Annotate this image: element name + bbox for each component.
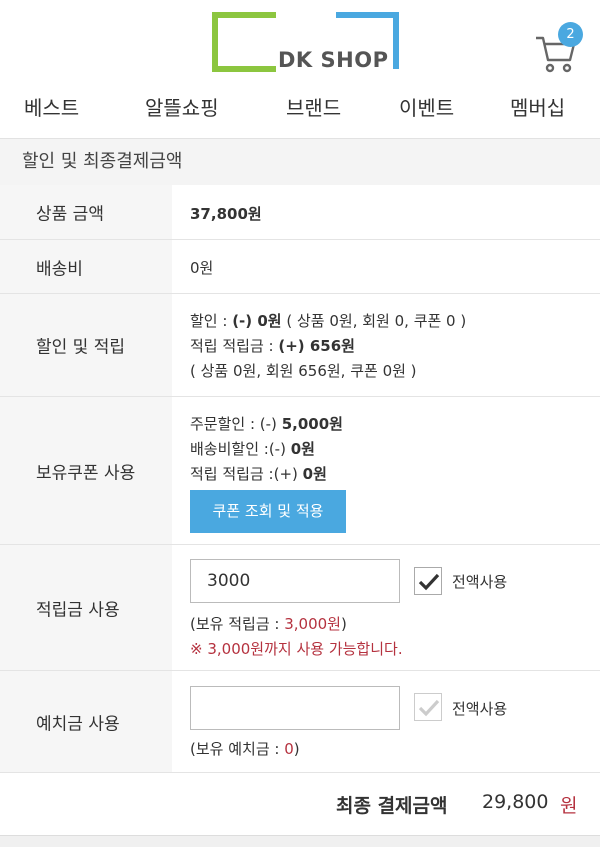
row-label-deposit: 예치금 사용: [36, 714, 120, 734]
row-label-discount: 할인 및 적립: [36, 337, 126, 358]
checkmark-icon: [418, 699, 440, 717]
nav-item-best[interactable]: 베스트: [24, 92, 79, 121]
row-deposit-usage: 예치금 사용 전액사용 (보유 예치금 : 0): [0, 671, 600, 773]
points-input[interactable]: 3000: [190, 559, 400, 603]
dk-shop-logo[interactable]: DK SHOP: [212, 12, 400, 72]
total-label: 최종 결제금액: [336, 795, 448, 817]
row-label-points: 적립금 사용: [36, 600, 120, 620]
nav-item-event[interactable]: 이벤트: [399, 92, 454, 121]
row-label-shipping: 배송비: [36, 259, 83, 279]
deposit-use-all-label[interactable]: 전액사용: [452, 698, 507, 719]
product-amount-value: 37,800원: [190, 205, 262, 223]
nav-item-brand[interactable]: 브랜드: [286, 92, 341, 121]
shipping-value: 0원: [190, 259, 214, 277]
points-earned-line: 적립 적립금 : (+) 656원: [190, 337, 355, 355]
total-unit: 원: [560, 795, 578, 817]
header: DK SHOP 2: [0, 0, 600, 80]
points-notice: ※ 3,000원까지 사용 가능합니다.: [190, 640, 403, 658]
logo-text: DK SHOP: [278, 48, 389, 72]
row-discount: 할인 및 적립 할인 : (-) 0원 ( 상품 0원, 회원 0, 쿠폰 0 …: [0, 294, 600, 397]
deposit-use-all-checkbox[interactable]: [414, 693, 442, 721]
row-shipping: 배송비 0원: [0, 240, 600, 294]
main-nav: 베스트 알뜰쇼핑 브랜드 이벤트 멤버십: [0, 84, 600, 132]
deposit-held-text: (보유 예치금 : 0): [190, 740, 300, 758]
coupon-points-line: 적립 적립금 :(+) 0원: [190, 465, 327, 483]
nav-item-membership[interactable]: 멤버십: [510, 92, 565, 121]
deposit-input[interactable]: [190, 686, 400, 730]
cart-button[interactable]: 2: [534, 22, 584, 73]
nav-item-bargain[interactable]: 알뜰쇼핑: [145, 92, 219, 121]
section-title: 할인 및 최종결제금액: [22, 151, 183, 172]
row-coupon: 보유쿠폰 사용 주문할인 : (-) 5,000원 배송비할인 :(-) 0원 …: [0, 397, 600, 545]
cart-count-badge: 2: [558, 22, 583, 47]
discount-line: 할인 : (-) 0원 ( 상품 0원, 회원 0, 쿠폰 0 ): [190, 312, 467, 330]
points-use-all-checkbox[interactable]: [414, 567, 442, 595]
coupon-apply-button[interactable]: 쿠폰 조회 및 적용: [190, 490, 346, 533]
bottom-divider: [0, 835, 600, 847]
section-header: 할인 및 최종결제금액: [0, 138, 600, 185]
final-payment-total: 최종 결제금액 29,800 원: [0, 773, 600, 835]
order-discount-line: 주문할인 : (-) 5,000원: [190, 415, 343, 433]
points-use-all-label[interactable]: 전액사용: [452, 571, 507, 592]
row-label-coupon: 보유쿠폰 사용: [36, 463, 136, 483]
row-label-product-amount: 상품 금액: [36, 204, 104, 225]
shipping-discount-line: 배송비할인 :(-) 0원: [190, 440, 315, 458]
total-amount: 29,800: [482, 791, 549, 813]
row-points-usage: 적립금 사용 3000 전액사용 (보유 적립금 : 3,000원) ※ 3,0…: [0, 545, 600, 671]
row-product-amount: 상품 금액 37,800원: [0, 185, 600, 240]
points-held-text: (보유 적립금 : 3,000원): [190, 615, 347, 633]
checkmark-icon: [418, 573, 440, 591]
points-breakdown-line: ( 상품 0원, 회원 656원, 쿠폰 0원 ): [190, 362, 417, 380]
